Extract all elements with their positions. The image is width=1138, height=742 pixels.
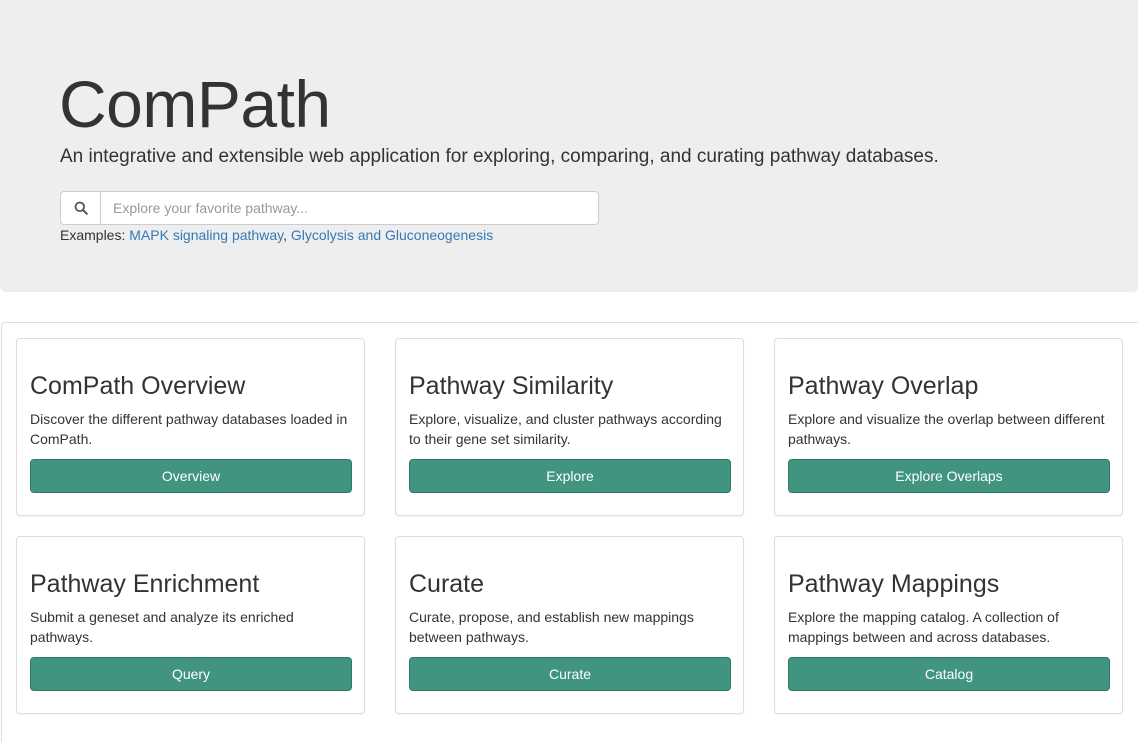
magnifier-glyph <box>74 201 88 215</box>
card-compath-overview: ComPath Overview Discover the different … <box>16 338 365 516</box>
examples-label: Examples: <box>60 227 126 243</box>
card-description: Explore and visualize the overlap betwee… <box>788 411 1105 447</box>
example-link-mapk[interactable]: MAPK signaling pathway <box>129 227 283 243</box>
card-description: Explore the mapping catalog. A collectio… <box>788 609 1059 645</box>
card-pathway-mappings: Pathway Mappings Explore the mapping cat… <box>774 536 1123 714</box>
card-title: ComPath Overview <box>30 372 246 400</box>
card-pathway-similarity: Pathway Similarity Explore, visualize, a… <box>395 338 744 516</box>
card-description: Discover the different pathway databases… <box>30 411 348 447</box>
card-pathway-enrichment: Pathway Enrichment Submit a geneset and … <box>16 536 365 714</box>
examples-separator: , <box>283 227 287 243</box>
card-title: Pathway Overlap <box>788 372 979 400</box>
tagline: An integrative and extensible web applic… <box>60 146 939 167</box>
card-description: Explore, visualize, and cluster pathways… <box>409 411 722 447</box>
search-group <box>60 191 599 225</box>
overview-button[interactable]: Overview <box>30 459 352 493</box>
card-title: Pathway Similarity <box>409 372 614 400</box>
card-title: Pathway Enrichment <box>30 570 260 598</box>
example-link-glycolysis[interactable]: Glycolysis and Gluconeogenesis <box>291 227 493 243</box>
card-pathway-overlap: Pathway Overlap Explore and visualize th… <box>774 338 1123 516</box>
query-button[interactable]: Query <box>30 657 352 691</box>
card-description: Submit a geneset and analyze its enriche… <box>30 609 294 645</box>
search-input[interactable] <box>100 191 599 225</box>
search-icon[interactable] <box>60 191 100 225</box>
hero-jumbotron: ComPath An integrative and extensible we… <box>0 0 1138 292</box>
search-examples: Examples: MAPK signaling pathway, Glycol… <box>60 226 493 244</box>
catalog-button[interactable]: Catalog <box>788 657 1110 691</box>
curate-button[interactable]: Curate <box>409 657 731 691</box>
card-title: Pathway Mappings <box>788 570 1000 598</box>
page-title: ComPath <box>59 67 331 141</box>
explore-overlaps-button[interactable]: Explore Overlaps <box>788 459 1110 493</box>
explore-button[interactable]: Explore <box>409 459 731 493</box>
card-title: Curate <box>409 570 485 598</box>
card-curate: Curate Curate, propose, and establish ne… <box>395 536 744 714</box>
card-description: Curate, propose, and establish new mappi… <box>409 609 694 645</box>
